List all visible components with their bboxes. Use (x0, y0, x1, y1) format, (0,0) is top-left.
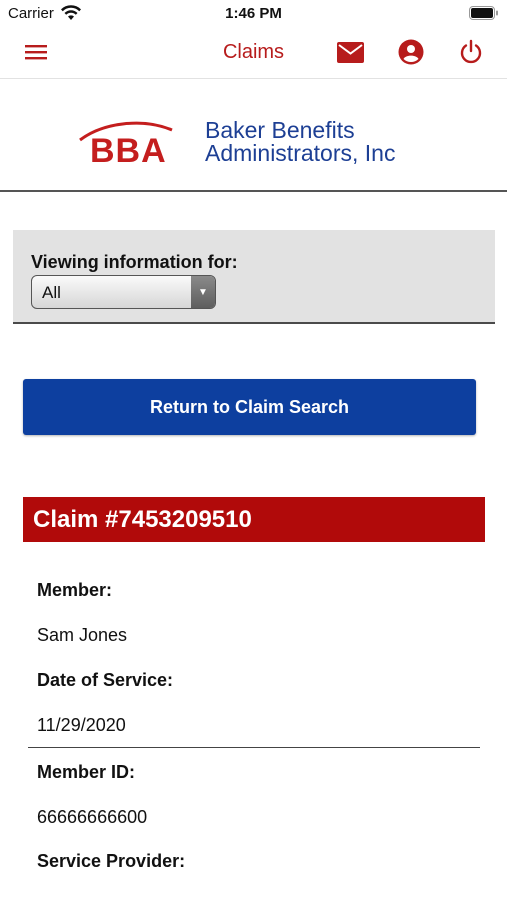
company-name: Baker Benefits Administrators, Inc (205, 119, 395, 165)
member-select[interactable]: All ▼ (31, 275, 216, 309)
page-title: Claims (222, 41, 285, 63)
bba-logo-mark: BBA (79, 121, 173, 166)
member-select-value: All (42, 283, 61, 302)
viewing-label: Viewing information for: (31, 252, 238, 272)
viewing-panel: Viewing information for: All ▼ (13, 230, 495, 324)
clock: 1:46 PM (225, 5, 282, 22)
member-id-value: 66666666600 (37, 807, 148, 827)
claim-header: Claim #7453209510 (23, 497, 485, 542)
date-of-service-value: 11/29/2020 (37, 715, 126, 735)
account-icon (398, 39, 424, 65)
date-of-service-label: Date of Service: (37, 670, 174, 690)
status-bar: Carrier 1:46 PM (0, 0, 507, 28)
return-to-claim-search-button[interactable]: Return to Claim Search (23, 379, 476, 435)
chevron-down-icon: ▼ (191, 276, 215, 308)
battery-icon (469, 6, 498, 20)
divider (28, 747, 480, 748)
company-name-line1: Baker Benefits (205, 117, 355, 143)
member-id-label: Member ID: (37, 762, 136, 782)
mail-icon (336, 41, 364, 63)
mail-button[interactable] (336, 38, 364, 66)
power-icon (460, 39, 482, 64)
menu-icon (25, 45, 47, 60)
nav-bar: Claims (0, 28, 507, 79)
logo-banner: BBA Baker Benefits Administrators, Inc (0, 80, 507, 192)
menu-button[interactable] (22, 38, 50, 66)
member-label: Member: (37, 580, 113, 600)
logo-mark-text: BBA (90, 132, 167, 166)
service-provider-label: Service Provider: (37, 851, 186, 871)
logout-button[interactable] (457, 38, 485, 66)
member-value: Sam Jones (37, 625, 128, 645)
company-name-line2: Administrators, Inc (205, 140, 396, 166)
account-button[interactable] (397, 38, 425, 66)
